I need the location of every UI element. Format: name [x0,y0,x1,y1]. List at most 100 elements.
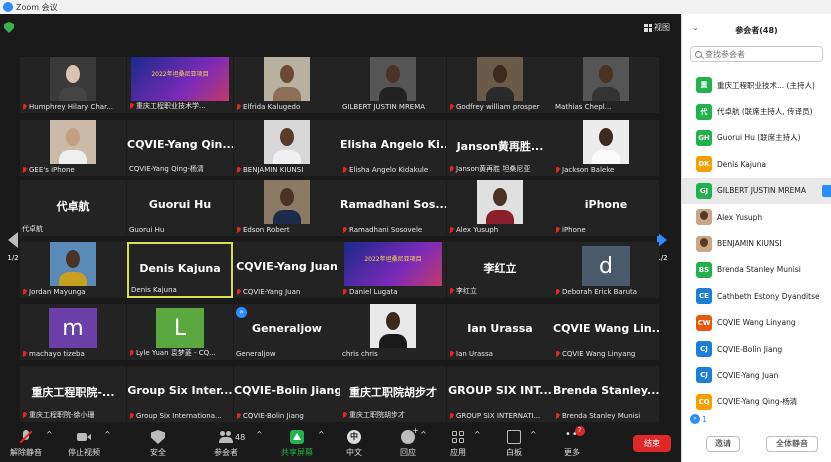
tile-display-name: GROUP SIX INT... [448,384,552,397]
video-tile[interactable]: Generaljow » Generaljow [234,304,340,360]
video-tile[interactable]: Ian Urassa Ian Urassa [447,304,553,360]
invite-button[interactable]: 邀请 [706,436,740,452]
participant-row[interactable]: CJ CQVIE-Yang Juan [682,362,831,388]
participant-row[interactable]: Alex Yusuph [682,204,831,230]
participant-name: Alex Yusuph [456,226,499,234]
participants-options-caret[interactable]: ^ [256,430,263,439]
participant-row[interactable]: GH Guorui Hu (联席主持人) [682,125,831,151]
reactions-button[interactable]: 回应 [394,426,422,458]
participant-name: Denis Kajuna [131,286,177,294]
tile-name-label: BENJAMIN KIUNSI [236,166,338,174]
participant-name: Edson Robert [243,226,290,234]
participant-row[interactable]: BENJAMIN KIUNSI [682,230,831,256]
video-tile[interactable]: Brenda Stanley... Brenda Stanley Munisi [553,366,659,422]
video-tile[interactable]: chris chris [340,304,446,360]
video-tile[interactable]: iPhone iPhone [553,180,659,236]
tile-name-label: Elfrida Kalugedo [236,103,338,111]
video-tile[interactable]: CQVIE Wang Lin... CQVIE Wang Linyang [553,304,659,360]
video-tile[interactable]: GROUP SIX INT... GROUP SIX INTERNATI... [447,366,553,422]
security-button[interactable]: 安全 [144,430,172,458]
video-tile[interactable]: Mathias Chepl... [553,57,659,113]
participant-row[interactable]: CE Cathbeth Estony Dyanditse [682,283,831,309]
video-tile[interactable]: Elfrida Kalugedo [234,57,340,113]
unmute-button[interactable]: 解除静音 [8,430,44,458]
video-tile[interactable]: d Deborah Erick Baruta [553,242,659,298]
video-tile[interactable]: GEE's iPhone [20,120,126,176]
share-options-caret[interactable]: ^ [318,430,325,439]
video-tile[interactable]: m machayo tizeba [20,304,126,360]
reactions-options-caret[interactable]: ^ [420,430,427,439]
tile-name-label: Generaljow [236,350,338,358]
tile-name-label: machayo tizeba [22,350,124,358]
participant-row[interactable]: CQ CQVIE-Yang Qing-杨清 [682,389,831,415]
video-tile[interactable]: L Lyle Yuan 袁梦菱 - CQ... [127,304,233,360]
video-tile[interactable]: Edson Robert [234,180,340,236]
apps-button[interactable]: 应用 [444,430,472,458]
video-tile[interactable]: CQVIE-Bolin Jiang CQVIE-Bolin Jiang [234,366,340,422]
video-tile[interactable]: Humphrey Hilary Char... [20,57,126,113]
more-label: 更多 [564,448,580,457]
tile-name-label: chris chris [342,350,444,358]
video-tile[interactable]: 2022年坦桑尼亚项目 Daniel Lugata [340,242,446,298]
more-button[interactable]: ••• 7 更多 [558,426,586,458]
video-tile[interactable]: Janson黄再胜... Janson黄再胜 坦桑尼亚 [447,120,553,176]
video-tile[interactable]: Jackson Baleke [553,120,659,176]
camera-icon [77,430,91,444]
video-tile[interactable]: Denis Kajuna Denis Kajuna [127,242,233,298]
whiteboard-options-caret[interactable]: ^ [530,430,537,439]
language-icon: 中 [347,430,361,444]
audio-options-caret[interactable]: ^ [46,430,53,439]
participant-row[interactable]: 代代卓航 (联席主持人, 传译员) [682,98,831,124]
participant-row[interactable]: DK Denis Kajuna [682,151,831,177]
stop-video-button[interactable]: 停止视频 [66,430,102,458]
muted-mic-icon [129,349,134,357]
participant-row-name: 重庆工程职业技术... (主持人) [717,80,815,90]
video-tile[interactable]: Group Six Inter... Group Six Internationa… [127,366,233,422]
video-options-caret[interactable]: ^ [104,430,111,439]
video-tile[interactable]: 2022年坦桑尼亚项目 重庆工程职业技术学... [127,57,233,113]
participant-row[interactable]: GJ GILBERT JUSTIN MREMA [682,177,831,204]
video-tile[interactable]: Godfrey william prosper [447,57,553,113]
muted-mic-icon [449,165,454,173]
participant-name: Generaljow [236,350,276,358]
participant-row-name: 代卓航 (联席主持人, 传译员) [717,107,813,117]
video-tile[interactable]: Elisha Angelo Ki... Elisha Angelo Kidakul… [340,120,446,176]
mute-all-button[interactable]: 全体静音 [766,436,818,452]
more-options-button[interactable] [822,184,831,197]
video-tile[interactable]: CQVIE-Yang Juan CQVIE-Yang Juan [234,242,340,298]
security-label: 安全 [150,448,166,457]
more-participants-indicator[interactable]: » 1 [690,414,707,424]
video-tile[interactable]: Ramadhani Sos... Ramadhani Sosovele [340,180,446,236]
participant-name: Deborah Erick Baruta [562,288,638,296]
video-tile[interactable]: 重庆工程职院-... 重庆工程职院-徐小珊 [20,366,126,422]
participant-row[interactable]: 重重庆工程职业技术... (主持人) [682,72,831,98]
participant-video [477,180,523,224]
participant-row[interactable]: CJ CQVIE-Bolin Jiang [682,336,831,362]
video-tile[interactable]: CQVIE-Yang Qin... CQVIE-Yang Qing-杨清 [127,120,233,176]
video-tile[interactable]: GILBERT JUSTIN MREMA [340,57,446,113]
video-tile[interactable]: 重庆工职院胡步才 重庆工职院胡步才 [340,366,446,422]
tile-display-name: Ramadhani Sos... [340,198,446,211]
view-button[interactable]: 视图 [644,22,670,33]
tile-name-label: 李红立 [449,286,551,296]
video-tile[interactable]: 李红立 李红立 [447,242,553,298]
search-input[interactable] [705,49,815,59]
share-screen-button[interactable]: 共享屏幕 [278,430,316,458]
video-tile[interactable]: Alex Yusuph [447,180,553,236]
video-tile[interactable]: Guorui Hu Guorui Hu [127,180,233,236]
participant-avatar: CW [696,314,712,331]
encryption-shield-icon[interactable] [4,22,14,33]
whiteboard-button[interactable]: 白板 [500,430,528,458]
participant-row[interactable]: CW CQVIE Wang Linyang [682,310,831,336]
language-button[interactable]: 中 中文 [340,430,368,458]
participant-row[interactable]: BS Brenda Stanley Munisi [682,257,831,283]
participant-video [264,57,310,101]
end-meeting-button[interactable]: 结束 [633,435,671,452]
participant-video [50,57,96,101]
muted-mic-icon [449,412,454,420]
apps-options-caret[interactable]: ^ [474,430,481,439]
participant-search[interactable] [690,46,823,62]
video-tile[interactable]: BENJAMIN KIUNSI [234,120,340,176]
video-tile[interactable]: Jordan Mayunga [20,242,126,298]
video-tile[interactable]: 代卓航 代卓航 [20,180,126,236]
